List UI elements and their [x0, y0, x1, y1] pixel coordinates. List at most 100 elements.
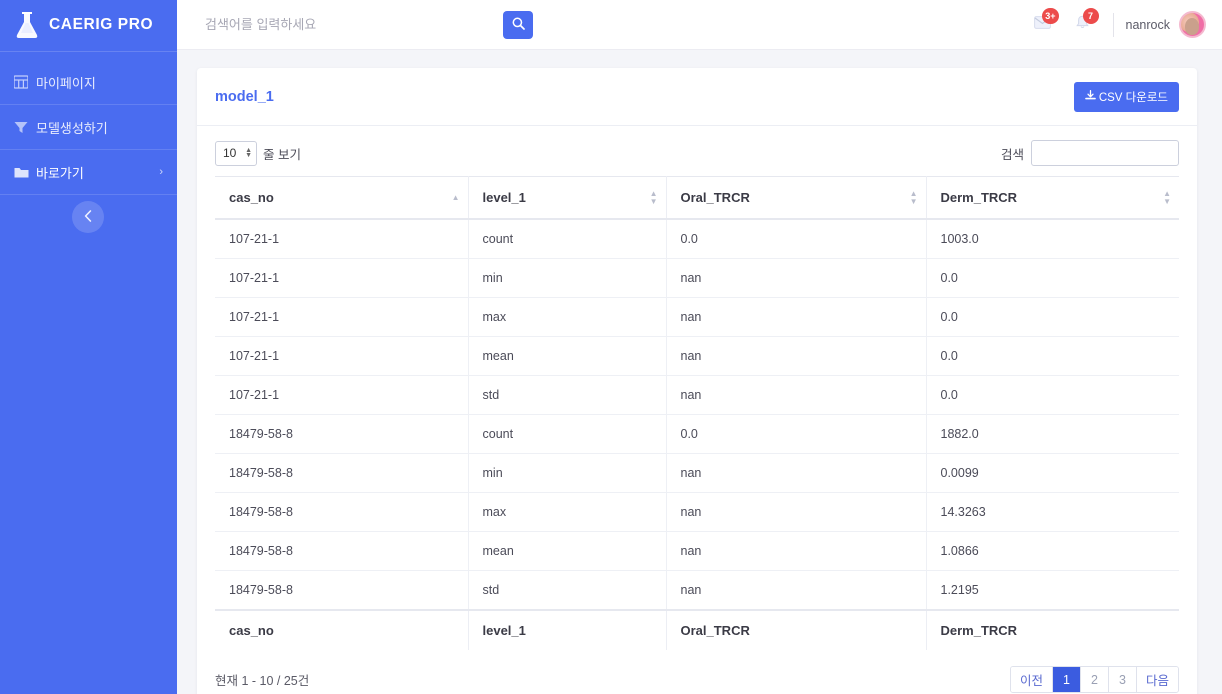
cell-derm-trcr: 1882.0 [926, 414, 1179, 454]
avatar[interactable] [1179, 11, 1206, 38]
cell-oral-trcr: nan [666, 336, 927, 376]
pagination-page-3[interactable]: 3 [1108, 667, 1137, 692]
cell-level-1: min [468, 258, 667, 298]
cell-oral-trcr: nan [666, 453, 927, 493]
cell-cas-no: 18479-58-8 [215, 492, 469, 532]
cell-cas-no: 107-21-1 [215, 219, 469, 259]
column-header-oral-trcr[interactable]: Oral_TRCR ▲ ▼ [666, 176, 927, 220]
column-header-label: cas_no [229, 190, 274, 205]
cell-level-1: std [468, 570, 667, 611]
sidebar-item-label: 바로가기 [36, 165, 84, 181]
table-row: 107-21-1 max nan 0.0 [215, 297, 1179, 337]
sidebar-item-label: 모델생성하기 [36, 120, 108, 136]
cell-derm-trcr: 1.0866 [926, 531, 1179, 571]
column-header-label: level_1 [482, 190, 526, 205]
table-row: 107-21-1 min nan 0.0 [215, 258, 1179, 298]
table-row: 107-21-1 std nan 0.0 [215, 375, 1179, 415]
table-search-input[interactable] [1031, 140, 1179, 166]
sidebar-divider-3 [0, 194, 177, 195]
app-root: CAERIG PRO 마이페이지 모델생성하기 바로가기 › 검색어를 입력하세… [0, 0, 1222, 694]
column-header-label: Derm_TRCR [940, 190, 1018, 205]
flask-icon [14, 10, 40, 40]
user-menu[interactable]: nanrock [1126, 11, 1206, 38]
table-row: 18479-58-8 max nan 14.3263 [215, 492, 1179, 532]
cell-oral-trcr: 0.0 [666, 414, 927, 454]
pagination-next[interactable]: 다음 [1136, 667, 1178, 692]
brand-logo[interactable]: CAERIG PRO [0, 0, 177, 50]
page-title: model_1 [215, 89, 274, 105]
cell-level-1: max [468, 297, 667, 337]
page-length-value: 10 [223, 146, 237, 160]
table-toolbar: 10 ▲ ▼ 줄 보기 검색 [197, 126, 1197, 176]
cell-cas-no: 107-21-1 [215, 375, 469, 415]
pagination: 이전 1 2 3 다음 [1009, 666, 1179, 693]
cell-cas-no: 18479-58-8 [215, 570, 469, 611]
column-header-level-1[interactable]: level_1 ▲ ▼ [468, 176, 667, 220]
sort-icon: ▲ ▼ [649, 188, 658, 206]
cell-derm-trcr: 0.0 [926, 258, 1179, 298]
search-icon [512, 17, 525, 33]
sort-ascending-icon: ▲ [451, 192, 460, 202]
chevron-right-icon: › [159, 166, 163, 178]
pagination-page-1[interactable]: 1 [1052, 667, 1081, 692]
table-footer-bar: 현재 1 - 10 / 25건 이전 1 2 3 다음 [197, 650, 1197, 694]
csv-download-label: CSV 다운로드 [1098, 92, 1168, 104]
sidebar-item-label: 마이페이지 [36, 75, 96, 91]
cell-cas-no: 18479-58-8 [215, 414, 469, 454]
spinner-arrows-icon: ▲ ▼ [245, 147, 252, 159]
grid-icon [14, 75, 36, 89]
pagination-page-2[interactable]: 2 [1080, 667, 1109, 692]
topbar-divider [1112, 12, 1114, 37]
sidebar-item-create-model[interactable]: 모델생성하기 [0, 105, 177, 149]
cell-cas-no: 107-21-1 [215, 297, 469, 337]
cell-cas-no: 107-21-1 [215, 258, 469, 298]
cell-level-1: min [468, 453, 667, 493]
cell-derm-trcr: 0.0 [926, 336, 1179, 376]
csv-download-button[interactable]: CSV 다운로드 [1073, 82, 1179, 112]
table-header-row: cas_no ▲ level_1 ▲ ▼ Oral_TRCR ▲ ▼ Derm_… [215, 176, 1179, 220]
cell-oral-trcr: nan [666, 258, 927, 298]
search-input[interactable] [203, 16, 493, 33]
content-area: model_1 CSV 다운로드 10 ▲ ▼ 줄 보기 검색 cas_no ▲… [177, 50, 1222, 694]
cell-derm-trcr: 14.3263 [926, 492, 1179, 532]
table-foot: cas_no level_1 Oral_TRCR Derm_TRCR [215, 609, 1179, 650]
table-row: 107-21-1 mean nan 0.0 [215, 336, 1179, 376]
sidebar-item-shortcuts[interactable]: 바로가기 › [0, 150, 177, 194]
cell-level-1: mean [468, 531, 667, 571]
sidebar-collapse-button[interactable] [72, 201, 104, 233]
footer-cell-level-1: level_1 [468, 609, 667, 650]
page-length-control: 10 ▲ ▼ 줄 보기 [215, 140, 301, 166]
cell-oral-trcr: nan [666, 570, 927, 611]
messages-badge: 3+ [1042, 7, 1059, 24]
user-name: nanrock [1125, 17, 1170, 32]
sidebar-item-mypage[interactable]: 마이페이지 [0, 60, 177, 104]
notifications-button[interactable]: 7 [1063, 0, 1103, 50]
folder-icon [14, 166, 36, 179]
cell-derm-trcr: 1.2195 [926, 570, 1179, 611]
search-button[interactable] [503, 10, 533, 39]
cell-oral-trcr: nan [666, 492, 927, 532]
table-row: 18479-58-8 mean nan 1.0866 [215, 531, 1179, 571]
column-header-cas-no[interactable]: cas_no ▲ [215, 176, 469, 220]
footer-cell-derm-trcr: Derm_TRCR [926, 609, 1179, 650]
card-header: model_1 CSV 다운로드 [197, 68, 1197, 126]
sort-icon: ▲ ▼ [909, 188, 918, 206]
cell-derm-trcr: 0.0 [926, 297, 1179, 337]
messages-button[interactable]: 3+ [1023, 0, 1063, 50]
page-length-select[interactable]: 10 ▲ ▼ [215, 140, 257, 166]
table-search-label: 검색 [1000, 147, 1024, 162]
table-footer-row: cas_no level_1 Oral_TRCR Derm_TRCR [215, 609, 1179, 650]
footer-cell-cas-no: cas_no [215, 609, 469, 650]
cell-derm-trcr: 0.0 [926, 375, 1179, 415]
cell-cas-no: 18479-58-8 [215, 453, 469, 493]
results-table: cas_no ▲ level_1 ▲ ▼ Oral_TRCR ▲ ▼ Derm_… [215, 176, 1179, 650]
table-info-text: 현재 1 - 10 / 25건 [215, 674, 310, 688]
cell-derm-trcr: 0.0099 [926, 453, 1179, 493]
cell-oral-trcr: 0.0 [666, 219, 927, 259]
filter-icon [14, 120, 36, 134]
table-row: 18479-58-8 min nan 0.0099 [215, 453, 1179, 493]
table-body: 107-21-1 count 0.0 1003.0 107-21-1 min nan 0.0 1… [215, 219, 1179, 611]
column-header-derm-trcr[interactable]: Derm_TRCR ▲ ▼ [926, 176, 1179, 220]
pagination-prev[interactable]: 이전 [1010, 667, 1053, 692]
brand-name: CAERIG PRO [49, 16, 154, 33]
